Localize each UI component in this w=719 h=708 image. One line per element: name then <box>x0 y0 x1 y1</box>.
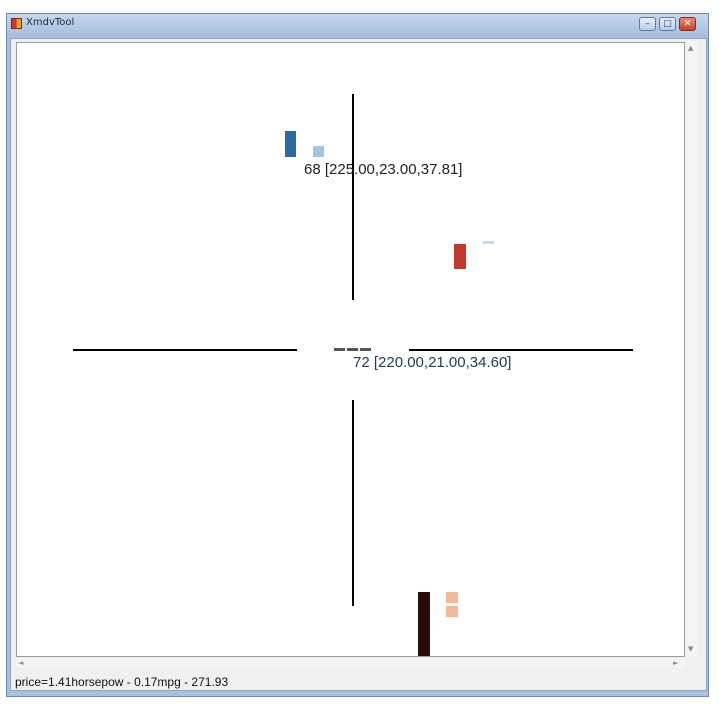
glyph-center[interactable]: 72 [220.00,21.00,34.60] <box>334 348 511 371</box>
glyph-bottom-bar-3 <box>446 606 458 617</box>
star-glyph-display[interactable]: 68 [225.00,23.00,37.81] 72 [220.00,21.00… <box>17 43 685 657</box>
vertical-scrollbar[interactable]: ▲ ▼ <box>686 42 698 657</box>
window-title: XmdvTool <box>26 17 75 28</box>
glyph-top-label: 68 [225.00,23.00,37.81] <box>304 161 462 178</box>
glyph-top[interactable]: 68 [225.00,23.00,37.81] <box>285 131 462 178</box>
glyph-top-bar-1 <box>285 131 296 157</box>
glyph-bottom-bar-1 <box>418 592 430 656</box>
status-bar: price=1.41horsepow - 0.17mpg - 271.93 <box>11 672 706 690</box>
glyph-center-bar-2 <box>347 348 358 351</box>
glyph-bottom[interactable] <box>418 592 458 657</box>
client-area: 68 [225.00,23.00,37.81] 72 [220.00,21.00… <box>10 38 707 691</box>
glyph-center-bar-3 <box>360 348 371 351</box>
glyph-center-bar-1 <box>334 348 345 351</box>
app-icon <box>11 18 22 29</box>
close-button[interactable]: ✕ <box>679 17 696 31</box>
app-window: XmdvTool – □ ✕ 68 [225.00,23.00,37.81] 7… <box>6 13 709 697</box>
maximize-button[interactable]: □ <box>659 17 676 31</box>
scroll-left-icon[interactable]: ◄ <box>18 659 23 667</box>
horizontal-scrollbar[interactable]: ◄ ► <box>16 658 685 668</box>
scroll-up-icon[interactable]: ▲ <box>688 44 693 52</box>
glyph-right[interactable] <box>454 241 494 269</box>
minimize-button[interactable]: – <box>639 17 656 31</box>
glyph-top-bar-2 <box>313 146 324 157</box>
glyph-bottom-bar-2 <box>446 592 458 603</box>
glyph-center-label: 72 [220.00,21.00,34.60] <box>353 354 511 371</box>
visualization-canvas[interactable]: 68 [225.00,23.00,37.81] 72 [220.00,21.00… <box>16 42 685 657</box>
scroll-down-icon[interactable]: ▼ <box>688 645 693 653</box>
glyph-right-bar-1 <box>454 244 466 269</box>
title-bar[interactable]: XmdvTool – □ ✕ <box>7 14 708 34</box>
status-formula: price=1.41horsepow - 0.17mpg - 271.93 <box>15 675 229 689</box>
glyph-right-bar-2 <box>483 241 494 244</box>
scroll-right-icon[interactable]: ► <box>673 659 678 667</box>
